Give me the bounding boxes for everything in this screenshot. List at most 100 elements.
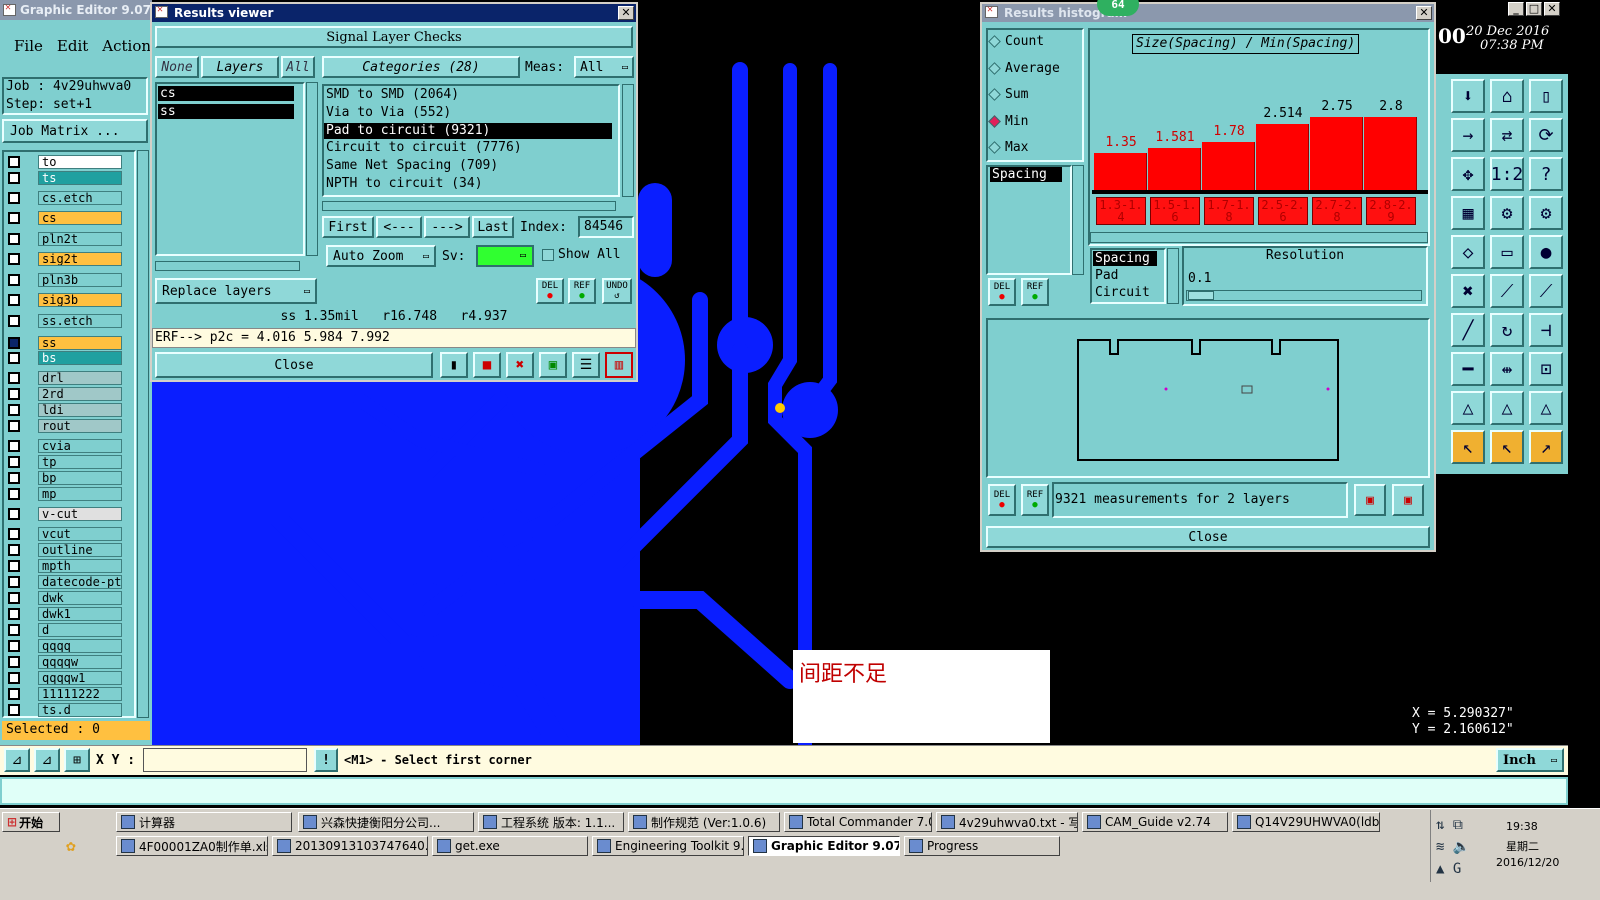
menu-file[interactable]: File	[14, 37, 43, 55]
histogram-close-button[interactable]: Close	[986, 526, 1430, 548]
layer-row-datecode-pte[interactable]: datecode-pte	[8, 574, 122, 589]
task-row1-3[interactable]: 制作规范 (Ver:1.0.6)	[628, 812, 780, 832]
tool-rotate-icon[interactable]: ⟳	[1529, 118, 1563, 152]
meas-select[interactable]: All ▭	[574, 56, 634, 78]
tool-select2-icon[interactable]: ↖	[1490, 430, 1524, 464]
layer-row-outline[interactable]: outline	[8, 542, 122, 557]
menu-edit[interactable]: Edit	[57, 37, 88, 55]
tool-panel-icon[interactable]: ▯	[1529, 79, 1563, 113]
layer-checkbox[interactable]	[8, 487, 20, 500]
task-row1-4[interactable]: Total Commander 7.0 p...	[784, 812, 932, 832]
all-layers-button[interactable]: All	[281, 56, 315, 78]
rv-tool-icon-2[interactable]: ■	[473, 352, 501, 378]
rv-undo-button[interactable]: UNDO ↺	[602, 278, 632, 304]
layer-checkbox[interactable]	[8, 671, 20, 684]
layer-checkbox[interactable]	[8, 293, 20, 306]
tool-shape-icon[interactable]: ◇	[1451, 235, 1485, 269]
xy-input[interactable]	[143, 748, 307, 772]
layer-row-v-cut[interactable]: v-cut	[8, 506, 122, 521]
tool-line2-icon[interactable]: ⟋	[1529, 274, 1563, 308]
start-button[interactable]: ⊞ 开始	[2, 812, 60, 832]
layer-row-pln3b[interactable]: pln3b	[8, 272, 122, 287]
rv-layer-item[interactable]: ss	[158, 104, 294, 119]
task-row1-5[interactable]: 4v29uhwva0.txt - 写...	[936, 812, 1078, 832]
rv-tool-icon-5[interactable]: ☰	[572, 352, 600, 378]
snap-icon-1[interactable]: ⊿	[4, 748, 30, 772]
histogram-close-icon[interactable]: ✕	[1416, 6, 1432, 20]
replace-layers-select[interactable]: Replace layers ▭	[155, 278, 317, 304]
tool-param-icon[interactable]: ⚙	[1490, 196, 1524, 230]
auto-zoom-select[interactable]: Auto Zoom ▭	[326, 245, 436, 267]
category-item[interactable]: Pad to circuit (9321)	[324, 122, 612, 139]
layer-row-qqqqw1[interactable]: qqqqw1	[8, 670, 122, 685]
layer-checkbox[interactable]	[8, 371, 20, 384]
prev-button[interactable]: <---	[376, 216, 422, 238]
layer-row-ss[interactable]: ss	[8, 335, 122, 350]
layers-button[interactable]: Layers	[201, 56, 279, 78]
tool-pan-icon[interactable]: ✥	[1451, 157, 1485, 191]
layer-checkbox[interactable]	[8, 687, 20, 700]
results-viewer-close-button[interactable]: Close	[155, 352, 433, 378]
layer-checkbox[interactable]	[8, 471, 20, 484]
snap-icon-2[interactable]: ⊿	[34, 748, 60, 772]
layer-checkbox[interactable]	[8, 171, 20, 184]
histogram-list-scrollbar[interactable]	[1072, 165, 1084, 275]
layer-checkbox[interactable]	[8, 607, 20, 620]
alert-icon[interactable]: !	[314, 748, 338, 772]
layer-checkbox[interactable]	[8, 623, 20, 636]
task-row2-4[interactable]: Graphic Editor 9.07b2 ...	[748, 836, 900, 856]
tool-dot-icon[interactable]: ●	[1529, 235, 1563, 269]
task-row1-7[interactable]: Q14V29UHWVA0(ldb)2...	[1232, 812, 1380, 832]
layer-row-ts.d[interactable]: ts.d	[8, 702, 122, 717]
tool-triangle3-icon[interactable]: △	[1529, 391, 1563, 425]
layer-row-bs[interactable]: bs	[8, 350, 122, 365]
tool-grid-icon[interactable]: ▦	[1451, 196, 1485, 230]
tool-select-icon[interactable]: ↖	[1451, 430, 1485, 464]
stat-option-max[interactable]: Max	[988, 140, 1028, 155]
results-viewer-close-icon[interactable]: ✕	[618, 6, 634, 20]
category-item[interactable]: Same Net Spacing (709)	[324, 158, 612, 174]
layer-row-11111222[interactable]: 11111222	[8, 686, 122, 701]
next-button[interactable]: --->	[424, 216, 470, 238]
job-matrix-button[interactable]: Job Matrix ...	[2, 119, 148, 143]
layer-scrollbar[interactable]	[137, 150, 149, 718]
layer-row-cs[interactable]: cs	[8, 210, 122, 225]
category-hscroll[interactable]	[322, 201, 616, 211]
tool-layers-icon[interactable]: ⊡	[1529, 352, 1563, 386]
layer-row-to[interactable]: to	[8, 154, 122, 169]
layer-row-d[interactable]: d	[8, 622, 122, 637]
layer-row-qqqq[interactable]: qqqq	[8, 638, 122, 653]
layer-row-mp[interactable]: mp	[8, 486, 122, 501]
layer-checkbox[interactable]	[8, 387, 20, 400]
tool-help-icon[interactable]: ?	[1529, 157, 1563, 191]
layer-checkbox[interactable]	[8, 507, 20, 520]
hist-del-button-2[interactable]: DEL ●	[988, 484, 1016, 516]
layer-row-vcut[interactable]: vcut	[8, 526, 122, 541]
stat-option-sum[interactable]: Sum	[988, 87, 1028, 102]
show-all-checkbox[interactable]	[542, 249, 554, 261]
category-item[interactable]: NPTH to circuit (34)	[324, 176, 612, 192]
tool-scale-icon[interactable]: 1:2	[1490, 157, 1524, 191]
tool-triangle2-icon[interactable]: △	[1490, 391, 1524, 425]
category-item[interactable]: Circuit to circuit (7776)	[324, 140, 612, 156]
category-scrollbar[interactable]	[622, 84, 634, 197]
task-row2-5[interactable]: Progress	[904, 836, 1060, 856]
type-item[interactable]: Pad	[1093, 268, 1157, 283]
layer-row-rout[interactable]: rout	[8, 418, 122, 433]
units-select[interactable]: Inch ▭	[1496, 748, 1564, 772]
none-button[interactable]: None	[155, 56, 199, 78]
type-item[interactable]: Circuit	[1093, 285, 1157, 300]
task-row1-0[interactable]: 计算器	[116, 812, 292, 832]
sv-color-select[interactable]: ▭	[476, 245, 534, 267]
layer-row-dwk1[interactable]: dwk1	[8, 606, 122, 621]
layer-checkbox[interactable]	[8, 191, 20, 204]
hist-ref-button[interactable]: REF ●	[1021, 278, 1049, 306]
layer-row-ldi[interactable]: ldi	[8, 402, 122, 417]
layer-checkbox[interactable]	[8, 591, 20, 604]
tool-param2-icon[interactable]: ⚙	[1529, 196, 1563, 230]
layer-row-bp[interactable]: bp	[8, 470, 122, 485]
tool-fit-icon[interactable]: ⇹	[1490, 352, 1524, 386]
task-row1-2[interactable]: 工程系统 版本: 1.1...	[478, 812, 624, 832]
tool-hline-icon[interactable]: ━	[1451, 352, 1485, 386]
tool-delete-icon[interactable]: ✖	[1451, 274, 1485, 308]
